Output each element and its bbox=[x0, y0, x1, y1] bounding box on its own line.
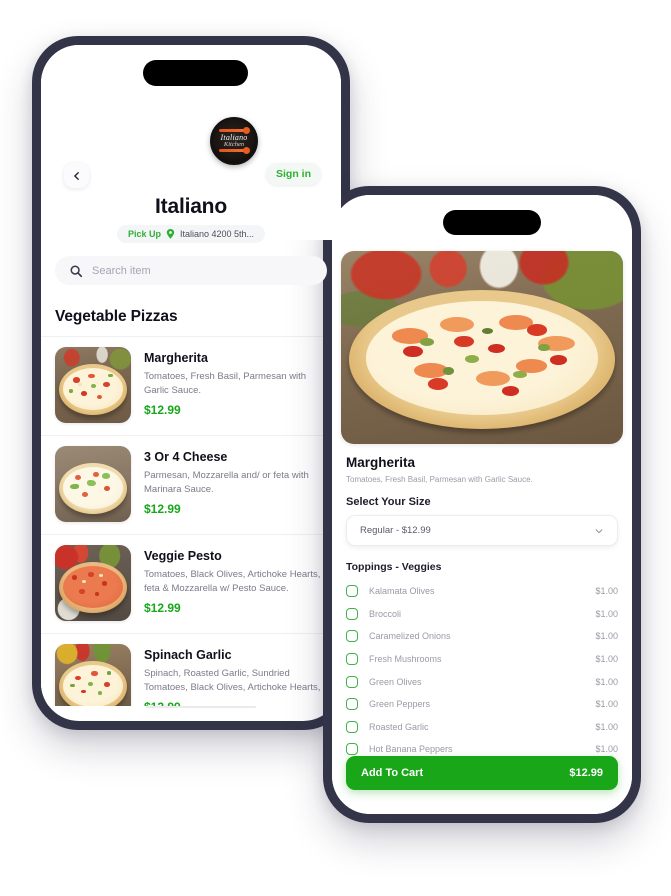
home-indicator bbox=[146, 706, 256, 708]
topping-checkbox[interactable] bbox=[346, 630, 358, 643]
phone-screen-menu: Italiano Kitchen Sign in Italiano Pick U… bbox=[41, 45, 341, 721]
toppings-list: Kalamata Olives $1.00 Broccoli $1.00 Car… bbox=[346, 580, 618, 761]
item-hero-image bbox=[341, 251, 623, 444]
dynamic-island bbox=[443, 210, 541, 235]
topping-row[interactable]: Kalamata Olives $1.00 bbox=[346, 580, 618, 603]
phone-mockup-menu: Italiano Kitchen Sign in Italiano Pick U… bbox=[32, 36, 350, 730]
pickup-location-pill[interactable]: Pick Up Italiano 4200 5th... bbox=[116, 225, 266, 243]
topping-checkbox[interactable] bbox=[346, 720, 358, 733]
logo-utensil-bottom bbox=[219, 147, 250, 154]
topping-label: Green Olives bbox=[369, 676, 422, 687]
topping-label: Roasted Garlic bbox=[369, 721, 429, 732]
menu-item-price: $12.99 bbox=[144, 403, 181, 417]
topping-price: $1.00 bbox=[595, 608, 618, 619]
sign-in-button[interactable]: Sign in bbox=[266, 163, 321, 185]
topping-price: $1.00 bbox=[595, 721, 618, 732]
topping-price: $1.00 bbox=[595, 586, 618, 597]
topping-checkbox[interactable] bbox=[346, 743, 358, 756]
list-item[interactable]: 3 Or 4 Cheese Parmesan, Mozzarella and/ … bbox=[41, 435, 341, 534]
topping-label: Fresh Mushrooms bbox=[369, 654, 442, 665]
store-title: Italiano bbox=[155, 195, 227, 218]
toppings-header: Toppings - Veggies bbox=[346, 561, 442, 573]
topping-row[interactable]: Roasted Garlic $1.00 bbox=[346, 716, 618, 739]
menu-item-name: Spinach Garlic bbox=[144, 648, 232, 662]
menu-item-name: Veggie Pesto bbox=[144, 549, 222, 563]
list-item[interactable]: Veggie Pesto Tomatoes, Black Olives, Art… bbox=[41, 534, 341, 633]
topping-checkbox[interactable] bbox=[346, 585, 358, 598]
topping-checkbox[interactable] bbox=[346, 653, 358, 666]
size-section-label: Select Your Size bbox=[346, 496, 431, 508]
topping-label: Caramelized Onions bbox=[369, 631, 451, 642]
phone-screen-item-detail: Margherita Tomatoes, Fresh Basil, Parmes… bbox=[332, 195, 632, 814]
phone-mockup-item-detail: Margherita Tomatoes, Fresh Basil, Parmes… bbox=[323, 186, 641, 823]
section-title: Vegetable Pizzas bbox=[55, 308, 178, 325]
topping-checkbox[interactable] bbox=[346, 675, 358, 688]
topping-row[interactable]: Broccoli $1.00 bbox=[346, 603, 618, 626]
menu-item-description: Parmesan, Mozzarella and/ or feta with M… bbox=[144, 470, 309, 495]
menu-item-name: 3 Or 4 Cheese bbox=[144, 450, 228, 464]
menu-item-description: Tomatoes, Black Olives, Artichoke Hearts… bbox=[144, 569, 321, 594]
add-to-cart-price: $12.99 bbox=[569, 767, 603, 779]
pickup-label: Pick Up bbox=[127, 229, 161, 239]
list-item[interactable]: Spinach Garlic Spinach, Roasted Garlic, … bbox=[41, 633, 341, 706]
item-detail-description: Tomatoes, Fresh Basil, Parmesan with Gar… bbox=[346, 475, 533, 484]
topping-label: Broccoli bbox=[369, 608, 402, 619]
topping-price: $1.00 bbox=[595, 744, 618, 755]
pickup-address: Italiano 4200 5th... bbox=[179, 229, 255, 239]
dynamic-island bbox=[143, 60, 248, 86]
search-icon bbox=[70, 265, 83, 277]
topping-checkbox[interactable] bbox=[346, 698, 358, 711]
search-input[interactable]: Search item bbox=[55, 256, 327, 285]
item-detail-content: Margherita Tomatoes, Fresh Basil, Parmes… bbox=[332, 195, 632, 814]
topping-price: $1.00 bbox=[595, 699, 618, 710]
topping-price: $1.00 bbox=[595, 654, 618, 665]
menu-item-price: $12.99 bbox=[144, 601, 181, 615]
brand-logo: Italiano Kitchen bbox=[210, 117, 258, 165]
menu-item-description: Spinach, Roasted Garlic, Sundried Tomato… bbox=[144, 668, 321, 693]
topping-checkbox[interactable] bbox=[346, 607, 358, 620]
menu-item-description: Tomatoes, Fresh Basil, Parmesan with Gar… bbox=[144, 371, 307, 396]
menu-scroll-area[interactable]: Vegetable Pizzas Margherita Tomatoes, Fr… bbox=[41, 294, 341, 706]
menu-item-name: Margherita bbox=[144, 351, 208, 365]
topping-label: Hot Banana Peppers bbox=[369, 744, 453, 755]
item-detail-name: Margherita bbox=[346, 455, 416, 470]
topping-row[interactable]: Caramelized Onions $1.00 bbox=[346, 625, 618, 648]
topping-price: $1.00 bbox=[595, 631, 618, 642]
topping-row[interactable]: Green Peppers $1.00 bbox=[346, 693, 618, 716]
menu-item-image bbox=[55, 347, 131, 423]
screenshot-stage: Italiano Kitchen Sign in Italiano Pick U… bbox=[0, 0, 671, 896]
topping-label: Kalamata Olives bbox=[369, 586, 435, 597]
size-select-value: Regular - $12.99 bbox=[360, 525, 431, 536]
size-select[interactable]: Regular - $12.99 bbox=[346, 515, 618, 546]
topping-row[interactable]: Fresh Mushrooms $1.00 bbox=[346, 648, 618, 671]
chevron-down-icon bbox=[595, 528, 603, 533]
logo-line-2: Kitchen bbox=[223, 141, 245, 148]
menu-item-image bbox=[55, 446, 131, 522]
menu-item-image bbox=[55, 545, 131, 621]
logo-utensil-top bbox=[219, 127, 250, 134]
topping-row[interactable]: Green Olives $1.00 bbox=[346, 670, 618, 693]
menu-item-price: $12.99 bbox=[144, 502, 181, 516]
add-to-cart-button[interactable]: Add To Cart $12.99 bbox=[346, 756, 618, 790]
location-pin-icon bbox=[166, 228, 175, 239]
back-button[interactable] bbox=[64, 163, 89, 188]
topping-price: $1.00 bbox=[595, 676, 618, 687]
list-item[interactable]: Margherita Tomatoes, Fresh Basil, Parmes… bbox=[41, 336, 341, 435]
menu-item-image bbox=[55, 644, 131, 706]
topping-label: Green Peppers bbox=[369, 699, 431, 710]
add-to-cart-label: Add To Cart bbox=[361, 767, 424, 779]
search-placeholder: Search item bbox=[92, 264, 151, 277]
chevron-left-icon bbox=[73, 171, 79, 180]
